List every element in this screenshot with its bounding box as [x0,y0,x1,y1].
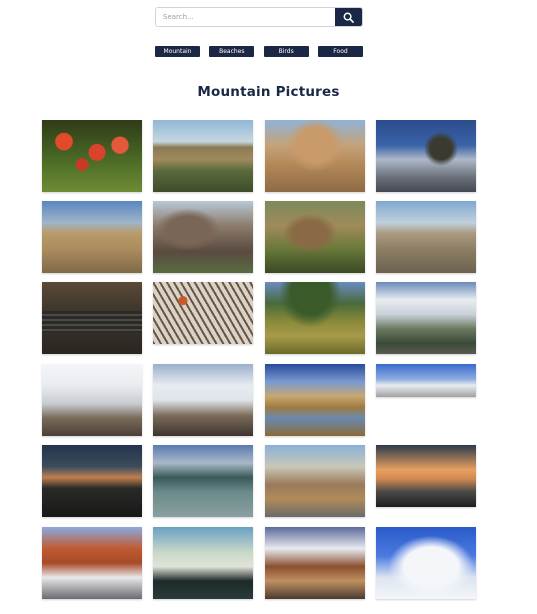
gallery-image[interactable] [42,364,142,436]
gallery-image[interactable] [42,445,142,517]
gallery-image[interactable] [153,527,253,599]
gallery-image[interactable] [153,364,253,436]
category-button-mountain[interactable]: Mountain [155,46,200,57]
gallery-image[interactable] [265,201,365,273]
category-buttons: Mountain Beaches Birds Food [155,46,363,57]
gallery-image[interactable] [376,120,476,192]
search-bar [155,7,363,27]
gallery-image[interactable] [153,201,253,273]
gallery-image[interactable] [265,120,365,192]
gallery-image[interactable] [42,201,142,273]
page-title: Mountain Pictures [197,84,340,100]
category-button-beaches[interactable]: Beaches [209,46,255,57]
search-input[interactable] [156,8,335,26]
gallery-image[interactable] [376,282,476,354]
gallery-image[interactable] [265,282,365,354]
gallery-image[interactable] [376,364,476,397]
search-button[interactable] [335,8,362,26]
gallery-image[interactable] [376,445,476,507]
gallery-image[interactable] [42,527,142,599]
gallery-image[interactable] [42,120,142,192]
category-button-food[interactable]: Food [317,46,363,57]
gallery-image[interactable] [265,445,365,517]
gallery-image[interactable] [265,527,365,599]
search-icon [343,12,354,23]
gallery-image[interactable] [153,282,253,344]
gallery-image[interactable] [376,527,476,599]
gallery-image[interactable] [265,364,365,436]
category-button-birds[interactable]: Birds [263,46,309,57]
gallery-image[interactable] [153,120,253,192]
gallery-image[interactable] [42,282,142,354]
gallery-image[interactable] [153,445,253,517]
gallery-page: Mountain Beaches Birds Food Mountain Pic… [0,0,537,614]
gallery-image[interactable] [376,201,476,273]
